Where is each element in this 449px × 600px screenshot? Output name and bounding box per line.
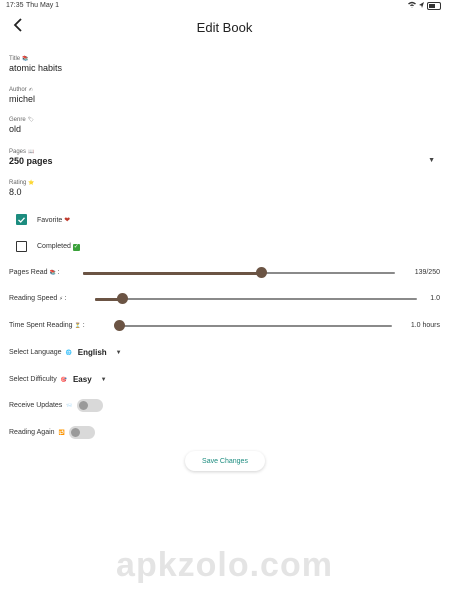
title-label: Title bbox=[9, 56, 21, 62]
target-icon: 🎯 bbox=[60, 376, 67, 383]
status-time: 17:35 bbox=[6, 2, 24, 9]
pages-read-slider-thumb[interactable] bbox=[255, 267, 267, 278]
time-spent-label: Time Spent Reading bbox=[9, 322, 73, 329]
favorite-checkbox[interactable] bbox=[16, 214, 27, 225]
title-value: atomic habits bbox=[9, 63, 63, 73]
completed-checkbox[interactable] bbox=[16, 241, 27, 252]
reading-speed-slider[interactable] bbox=[122, 298, 417, 300]
pages-dropdown[interactable]: Pages 📖 250 pages ▼ bbox=[9, 149, 435, 166]
completed-label: Completed bbox=[37, 242, 71, 250]
genre-label: Genre bbox=[9, 117, 26, 123]
language-select-row: Select Language 🌐 English ▼ bbox=[9, 348, 122, 357]
status-date: Thu May 1 bbox=[26, 2, 60, 9]
page-title: Edit Book bbox=[196, 20, 253, 35]
genre-field[interactable]: Genre 🏷 old bbox=[9, 117, 435, 134]
heart-icon: ❤ bbox=[64, 216, 71, 224]
reading-speed-label: Reading Speed bbox=[9, 295, 58, 302]
favorite-label: Favorite bbox=[37, 216, 63, 224]
author-field[interactable]: Author ✍ michel bbox=[9, 87, 435, 104]
completed-row[interactable]: Completed ✓ bbox=[16, 241, 80, 252]
pages-read-slider-fill bbox=[83, 271, 262, 275]
status-bar: 17:35 Thu May 1 bbox=[0, 0, 449, 12]
favorite-row[interactable]: Favorite ❤ bbox=[16, 214, 70, 225]
difficulty-select-row: Select Difficulty 🎯 Easy ▼ bbox=[9, 375, 107, 384]
location-icon bbox=[419, 1, 424, 10]
books-icon: 📚 bbox=[49, 270, 56, 276]
globe-icon: 🌐 bbox=[65, 349, 72, 356]
reading-again-toggle[interactable] bbox=[68, 426, 95, 439]
genre-value: old bbox=[9, 124, 22, 134]
title-field[interactable]: Title 📚 atomic habits bbox=[9, 56, 435, 73]
star-icon: ⭐ bbox=[28, 180, 35, 186]
wifi-icon bbox=[408, 1, 416, 10]
tag-icon: 🏷 bbox=[27, 117, 35, 123]
receive-updates-row: Receive Updates 📨 bbox=[9, 399, 103, 412]
app-bar: Edit Book bbox=[0, 14, 449, 42]
chevron-down-icon[interactable]: ▼ bbox=[116, 350, 122, 356]
pages-value: 250 pages bbox=[9, 156, 53, 166]
reading-speed-slider-thumb[interactable] bbox=[116, 293, 128, 304]
pages-read-row: Pages Read 📚 : 139/250 bbox=[9, 267, 440, 278]
toggle-knob bbox=[70, 428, 80, 437]
difficulty-select[interactable]: Easy bbox=[73, 375, 92, 384]
envelope-icon: 📨 bbox=[66, 402, 73, 409]
check-mark-icon: ✓ bbox=[72, 243, 80, 251]
language-select[interactable]: English bbox=[78, 348, 107, 357]
difficulty-label: Select Difficulty bbox=[9, 376, 57, 383]
receive-updates-toggle[interactable] bbox=[76, 399, 103, 412]
time-spent-value: 1.0 hours bbox=[410, 322, 440, 329]
pages-read-value: 139/250 bbox=[414, 269, 440, 276]
time-spent-slider-thumb[interactable] bbox=[113, 320, 125, 331]
pages-read-label: Pages Read bbox=[9, 269, 48, 276]
language-label: Select Language bbox=[9, 349, 62, 356]
receive-updates-label: Receive Updates bbox=[9, 402, 63, 409]
pages-label: Pages bbox=[9, 149, 27, 155]
rating-value: 8.0 bbox=[9, 187, 22, 197]
lightning-icon: ⚡ bbox=[59, 296, 63, 302]
repeat-icon: 🔁 bbox=[58, 429, 65, 436]
reading-again-row: Reading Again 🔁 bbox=[9, 426, 95, 439]
time-spent-row: Time Spent Reading ⏳ : 1.0 hours bbox=[9, 320, 440, 331]
chevron-down-icon[interactable]: ▼ bbox=[101, 377, 107, 383]
reading-speed-value: 1.0 bbox=[430, 295, 440, 302]
writing-hand-icon: ✍ bbox=[28, 87, 33, 93]
rating-label: Rating bbox=[9, 180, 27, 186]
reading-again-label: Reading Again bbox=[9, 429, 55, 436]
status-icons bbox=[408, 1, 441, 10]
author-label: Author bbox=[9, 87, 27, 93]
time-spent-slider[interactable] bbox=[124, 325, 392, 327]
battery-icon bbox=[427, 1, 441, 10]
chevron-down-icon: ▼ bbox=[428, 157, 435, 164]
watermark: apkzolo.com bbox=[116, 546, 333, 584]
book-icon: 📖 bbox=[28, 149, 35, 155]
rating-field[interactable]: Rating ⭐ 8.0 bbox=[9, 180, 435, 197]
author-value: michel bbox=[9, 94, 36, 104]
toggle-knob bbox=[78, 401, 88, 410]
hourglass-icon: ⏳ bbox=[74, 323, 81, 329]
books-icon: 📚 bbox=[22, 56, 29, 62]
save-changes-button[interactable]: Save Changes bbox=[185, 451, 265, 471]
reading-speed-row: Reading Speed ⚡ : 1.0 bbox=[9, 293, 440, 304]
